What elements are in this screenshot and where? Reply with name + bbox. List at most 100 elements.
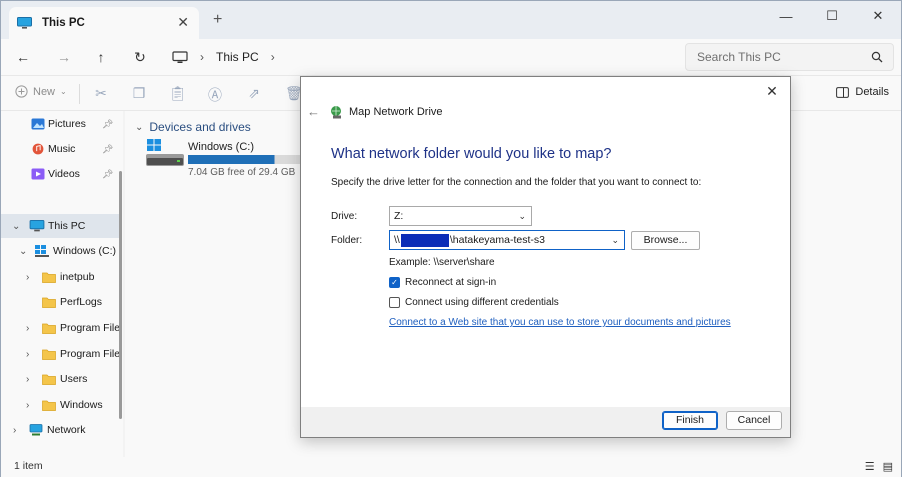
sidebar-item-music[interactable]: Music 📌︎	[1, 138, 119, 160]
sidebar-item-label: Music	[48, 143, 76, 155]
back-arrow-icon[interactable]: ←	[307, 104, 320, 119]
reconnect-label: Reconnect at sign-in	[405, 277, 497, 288]
copy-icon[interactable]: ❐	[131, 85, 147, 101]
address-row: ← → ↑ ↻ › This PC ›	[1, 39, 901, 75]
group-header-devices[interactable]: ⌄ Devices and drives	[135, 120, 251, 134]
sidebar-item-inetpub[interactable]: › inetpub	[1, 266, 119, 288]
network-drive-icon	[331, 106, 341, 119]
sidebar-item-program-files[interactable]: › Program File	[1, 317, 119, 339]
chevron-right-icon[interactable]: ›	[26, 374, 29, 385]
videos-icon	[31, 168, 45, 180]
paste-icon[interactable]: 📋︎	[169, 85, 187, 101]
cancel-button[interactable]: Cancel	[726, 411, 782, 430]
chevron-right-icon[interactable]: ›	[26, 400, 29, 411]
map-network-drive-dialog: ✕ ← Map Network Drive What network folde…	[300, 76, 791, 438]
network-icon	[29, 424, 43, 436]
chevron-down-icon[interactable]: ⌄	[19, 246, 27, 257]
forward-button[interactable]: →	[53, 46, 75, 68]
breadcrumb-this-pc[interactable]: This PC	[216, 50, 259, 64]
search-box	[685, 43, 894, 71]
sidebar-item-network[interactable]: › Network	[1, 419, 119, 441]
window-controls: — ☐ ✕	[763, 1, 901, 31]
reconnect-option[interactable]: ✓ Reconnect at sign-in	[389, 277, 496, 288]
close-window-button[interactable]: ✕	[855, 1, 901, 31]
chevron-down-icon: ⌄	[60, 87, 67, 96]
details-button[interactable]: Details	[836, 86, 889, 98]
search-input[interactable]	[697, 50, 867, 64]
chevron-right-icon[interactable]: ›	[26, 349, 29, 360]
chevron-right-icon: ›	[200, 50, 204, 64]
sidebar-item-perflogs[interactable]: PerfLogs	[1, 291, 119, 313]
finish-button[interactable]: Finish	[662, 411, 718, 430]
minimize-button[interactable]: —	[763, 1, 809, 31]
folder-path-field[interactable]: \\ \hatakeyama-test-s3 ⌄	[389, 230, 625, 250]
sidebar-item-label: Windows (C:)	[53, 245, 117, 257]
details-view-icon[interactable]: ☰	[865, 460, 875, 473]
chevron-down-icon[interactable]: ⌄	[611, 231, 619, 249]
drive-tile-windows-c[interactable]: Windows (C:) 7.04 GB free of 29.4 GB	[145, 139, 305, 181]
tiles-view-icon[interactable]: ▤	[883, 460, 893, 473]
drive-letter-select[interactable]: Z: ⌄	[389, 206, 532, 226]
refresh-button[interactable]: ↻	[129, 46, 151, 68]
sidebar-item-this-pc[interactable]: ⌄ This PC	[1, 214, 119, 238]
up-button[interactable]: ↑	[90, 46, 112, 68]
music-icon	[32, 143, 44, 155]
navigation-pane: Pictures 📌︎ Music 📌︎ Videos 📌︎ ⌄ This PC…	[1, 111, 123, 457]
rename-icon[interactable]: Ⓐ	[207, 85, 223, 103]
back-button[interactable]: ←	[12, 46, 34, 68]
drive-free-space: 7.04 GB free of 29.4 GB	[188, 167, 296, 178]
cut-icon[interactable]: ✂	[93, 85, 109, 101]
new-button[interactable]: New ⌄	[15, 85, 67, 98]
drive-icon	[35, 245, 49, 257]
browse-button[interactable]: Browse...	[631, 231, 700, 250]
sidebar-item-label: PerfLogs	[60, 296, 103, 308]
dialog-heading: What network folder would you like to ma…	[331, 146, 612, 162]
share-icon[interactable]: ⇗	[246, 85, 262, 101]
view-switcher: ☰ ▤	[865, 460, 893, 473]
sidebar-item-label: Program File	[60, 322, 119, 334]
sidebar-scrollbar[interactable]	[119, 171, 122, 419]
chevron-right-icon[interactable]: ›	[13, 425, 16, 436]
reconnect-checkbox[interactable]: ✓	[389, 277, 400, 288]
sidebar-item-label: Videos	[48, 168, 80, 180]
drive-name: Windows (C:)	[188, 141, 255, 153]
pin-icon: 📌︎	[102, 143, 114, 154]
folder-label: Folder:	[331, 235, 363, 246]
folder-icon	[42, 374, 56, 385]
delete-icon[interactable]: 🗑︎	[285, 85, 303, 101]
sidebar-item-label: Users	[60, 373, 88, 385]
chevron-down-icon: ⌄	[518, 211, 526, 221]
sidebar-item-videos[interactable]: Videos 📌︎	[1, 163, 119, 185]
close-tab-icon[interactable]: ✕	[177, 14, 189, 31]
chevron-right-icon[interactable]: ›	[26, 323, 29, 334]
chevron-right-icon[interactable]: ›	[26, 272, 29, 283]
credentials-checkbox[interactable]	[389, 297, 400, 308]
sidebar-item-windows[interactable]: › Windows	[1, 394, 119, 416]
chevron-down-icon[interactable]: ⌄	[12, 221, 20, 232]
tab-this-pc[interactable]: This PC ✕	[9, 7, 199, 39]
computer-icon	[29, 220, 45, 232]
pictures-icon	[31, 118, 45, 130]
new-tab-button[interactable]: +	[213, 11, 222, 29]
new-label: New	[33, 85, 56, 98]
folder-icon	[42, 400, 56, 411]
divider	[79, 84, 80, 104]
chevron-right-icon[interactable]: ›	[271, 50, 275, 64]
sidebar-item-windows-c[interactable]: ⌄ Windows (C:)	[1, 240, 119, 262]
title-bar: This PC ✕ + — ☐ ✕	[1, 1, 901, 39]
web-site-link[interactable]: Connect to a Web site that you can use t…	[389, 317, 731, 328]
close-dialog-button[interactable]: ✕	[762, 81, 782, 101]
folder-icon	[42, 323, 56, 334]
sidebar-item-label: Program File	[60, 348, 119, 360]
sidebar-item-users[interactable]: › Users	[1, 368, 119, 390]
breadcrumb[interactable]: › This PC ›	[164, 44, 674, 70]
sidebar-item-program-files-x86[interactable]: › Program File	[1, 343, 119, 365]
pin-icon: 📌︎	[102, 168, 114, 179]
drive-icon	[146, 139, 184, 166]
folder-icon	[42, 349, 56, 360]
sidebar-item-label: Network	[47, 424, 86, 436]
sidebar-item-pictures[interactable]: Pictures 📌︎	[1, 113, 119, 135]
maximize-button[interactable]: ☐	[809, 1, 855, 31]
drive-usage-bar	[188, 155, 302, 164]
credentials-option[interactable]: Connect using different credentials	[389, 297, 559, 308]
